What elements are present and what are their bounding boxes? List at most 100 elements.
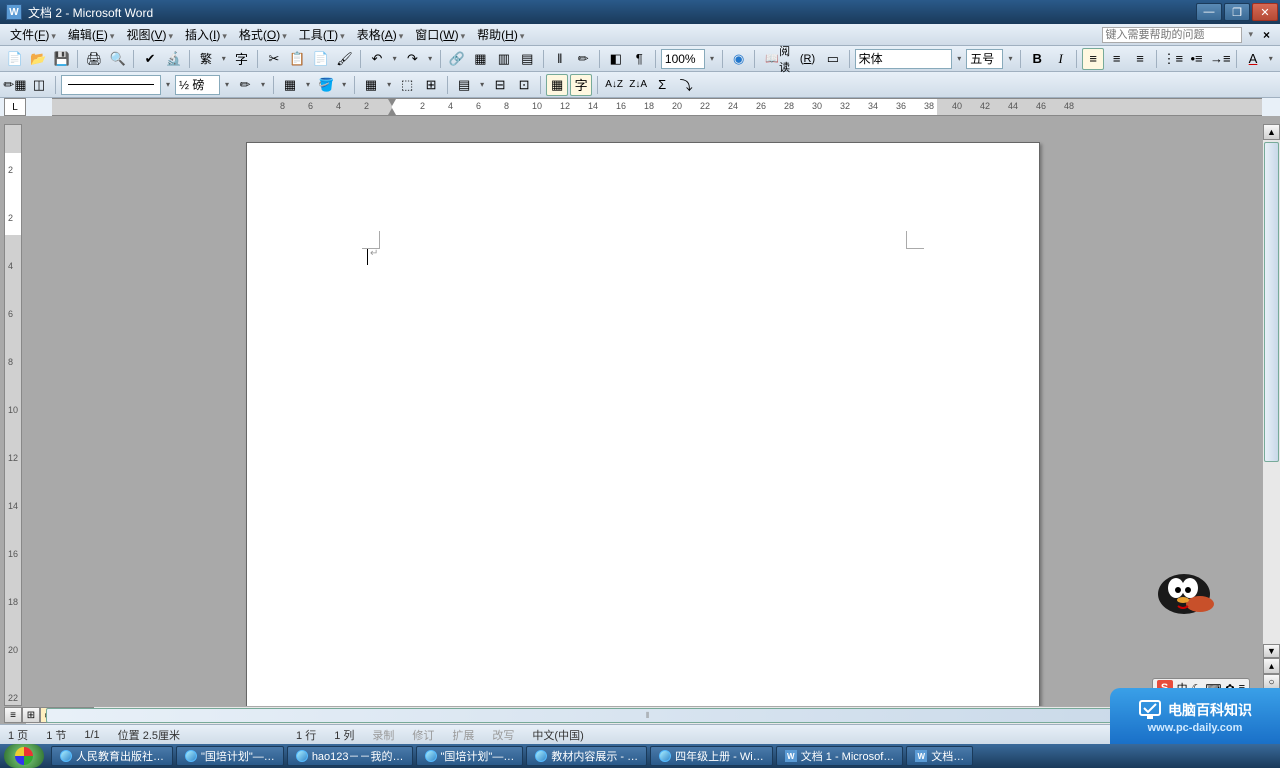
distribute-cols-button[interactable]: ⊡ — [513, 74, 535, 96]
help-search-input[interactable] — [1102, 27, 1242, 43]
font-size-combo[interactable]: 五号 — [966, 49, 1003, 69]
status-rev[interactable]: 修订 — [412, 727, 434, 743]
menu-edit[interactable]: 编辑(E)▾ — [62, 24, 121, 45]
menu-tools[interactable]: 工具(T)▾ — [293, 24, 351, 45]
draw-table-button[interactable]: ✏▦ — [4, 74, 26, 96]
font-combo[interactable]: 宋体 — [855, 49, 953, 69]
ruler-toggle-button[interactable]: ▭ — [822, 48, 843, 70]
hyperlink-button[interactable]: 🔗 — [446, 48, 467, 70]
new-doc-button[interactable]: 📄 — [4, 48, 25, 70]
eraser-button[interactable]: ◫ — [28, 74, 50, 96]
web-view-button[interactable]: ⊞ — [22, 707, 40, 723]
tab-selector[interactable]: L — [4, 98, 26, 116]
scroll-thumb[interactable] — [1264, 142, 1279, 462]
taskbar-item[interactable]: W文档… — [906, 746, 973, 766]
cut-button[interactable]: ✂ — [263, 48, 284, 70]
taskbar-item[interactable]: "国培计划"—… — [416, 746, 524, 766]
status-rec[interactable]: 录制 — [372, 727, 394, 743]
align-center-button[interactable]: ≡ — [1106, 48, 1127, 70]
menu-table[interactable]: 表格(A)▾ — [351, 24, 410, 45]
paste-button[interactable]: 📄 — [310, 48, 331, 70]
sort-asc-button[interactable]: A↓Z — [603, 74, 625, 96]
toolbar-options-button[interactable]: ⤵ — [675, 74, 697, 96]
split-cells-button[interactable]: ⊞ — [420, 74, 442, 96]
status-ext[interactable]: 扩展 — [452, 727, 474, 743]
taskbar-item-label: "国培计划"—… — [201, 748, 275, 764]
print-button[interactable]: 🖨 — [83, 48, 104, 70]
text-direction-button[interactable]: 字 — [570, 74, 592, 96]
bullets-button[interactable]: •≡ — [1186, 48, 1207, 70]
close-doc-button[interactable]: × — [1257, 28, 1276, 42]
read-mode-button[interactable]: 📖 阅读(R) — [760, 48, 820, 70]
doc-map-button[interactable]: ◧ — [605, 48, 626, 70]
excel-button[interactable]: ▤ — [517, 48, 538, 70]
taskbar-item[interactable]: 教材内容展示 - … — [526, 746, 647, 766]
traditional-chinese-button[interactable]: 繁 — [195, 48, 216, 70]
hscroll-thumb[interactable] — [46, 708, 1234, 723]
menu-window[interactable]: 窗口(W)▾ — [409, 24, 471, 45]
autosum-button[interactable]: Σ — [651, 74, 673, 96]
align-left-button[interactable]: ≡ — [1082, 48, 1103, 70]
open-button[interactable]: 📂 — [27, 48, 48, 70]
taskbar-item[interactable]: W文档 1 - Microsof… — [776, 746, 904, 766]
menu-format[interactable]: 格式(O)▾ — [233, 24, 293, 45]
print-preview-button[interactable]: 🔍 — [107, 48, 128, 70]
insert-table-btn2[interactable]: ▦ — [360, 74, 382, 96]
qq-pet-icon[interactable] — [1148, 564, 1220, 618]
italic-button[interactable]: I — [1050, 48, 1071, 70]
document-page[interactable] — [246, 142, 1040, 706]
copy-button[interactable]: 📋 — [287, 48, 308, 70]
border-color-button[interactable]: ✏ — [234, 74, 256, 96]
menu-help[interactable]: 帮助(H)▾ — [471, 24, 530, 45]
prev-page-button[interactable]: ▴ — [1263, 658, 1280, 674]
drawing-button[interactable]: ✏ — [573, 48, 594, 70]
menu-view[interactable]: 视图(V)▾ — [120, 24, 179, 45]
normal-view-button[interactable]: ≡ — [4, 707, 22, 723]
align-right-button[interactable]: ≡ — [1129, 48, 1150, 70]
maximize-button[interactable]: ❐ — [1224, 3, 1250, 21]
taskbar-item[interactable]: "国培计划"—… — [176, 746, 284, 766]
format-painter-button[interactable]: 🖌 — [334, 48, 355, 70]
shading-button[interactable]: 🪣 — [315, 74, 337, 96]
research-button[interactable]: 🔬 — [163, 48, 184, 70]
font-color-button[interactable]: A — [1242, 48, 1263, 70]
insert-table-button[interactable]: ▥ — [493, 48, 514, 70]
save-button[interactable]: 💾 — [51, 48, 72, 70]
distribute-rows-button[interactable]: ⊟ — [489, 74, 511, 96]
columns-button[interactable]: ‖ — [549, 48, 570, 70]
spellcheck-button[interactable]: ✔ — [139, 48, 160, 70]
help-button[interactable]: ◉ — [728, 48, 749, 70]
redo-button[interactable]: ↷ — [402, 48, 423, 70]
scroll-down-button[interactable]: ▼ — [1263, 644, 1280, 658]
minimize-button[interactable]: — — [1196, 3, 1222, 21]
tables-borders-button[interactable]: ▦ — [470, 48, 491, 70]
align-cells-button[interactable]: ▤ — [453, 74, 475, 96]
line-style-combo[interactable] — [61, 75, 161, 95]
dropdown-icon[interactable]: ▾ — [219, 54, 229, 63]
numbering-button[interactable]: ⋮≡ — [1162, 48, 1184, 70]
bold-button[interactable]: B — [1026, 48, 1047, 70]
indent-button[interactable]: →≡ — [1209, 48, 1231, 70]
menu-file[interactable]: 文件(F)▾ — [4, 24, 62, 45]
line-weight-combo[interactable]: ½ 磅 — [175, 75, 220, 95]
zoom-combo[interactable]: 100% — [661, 49, 705, 69]
sort-desc-button[interactable]: Z↓A — [627, 74, 649, 96]
chinese-layout-button[interactable]: 字 — [231, 48, 252, 70]
show-marks-button[interactable]: ¶ — [628, 48, 649, 70]
borders-button[interactable]: ▦ — [279, 74, 301, 96]
taskbar-item[interactable]: hao123－－我的… — [287, 746, 413, 766]
start-button[interactable] — [4, 744, 44, 768]
status-ovr[interactable]: 改写 — [492, 727, 514, 743]
menu-insert[interactable]: 插入(I)▾ — [179, 24, 233, 45]
undo-button[interactable]: ↶ — [366, 48, 387, 70]
autoformat-button[interactable]: ▦ — [546, 74, 568, 96]
vertical-scrollbar[interactable]: ▲ ▼ ▴ ○ ▾ — [1262, 124, 1280, 706]
scroll-up-button[interactable]: ▲ — [1263, 124, 1280, 140]
vertical-ruler[interactable]: 2246810121416182022 — [4, 124, 22, 706]
taskbar-item[interactable]: 人民教育出版社… — [51, 746, 173, 766]
horizontal-ruler[interactable]: 8642246810121416182022242628303234363840… — [52, 98, 1262, 116]
merge-cells-button[interactable]: ⬚ — [396, 74, 418, 96]
close-button[interactable]: ✕ — [1252, 3, 1278, 21]
status-lang[interactable]: 中文(中国) — [532, 727, 583, 743]
taskbar-item[interactable]: 四年级上册 - Wi… — [650, 746, 773, 766]
